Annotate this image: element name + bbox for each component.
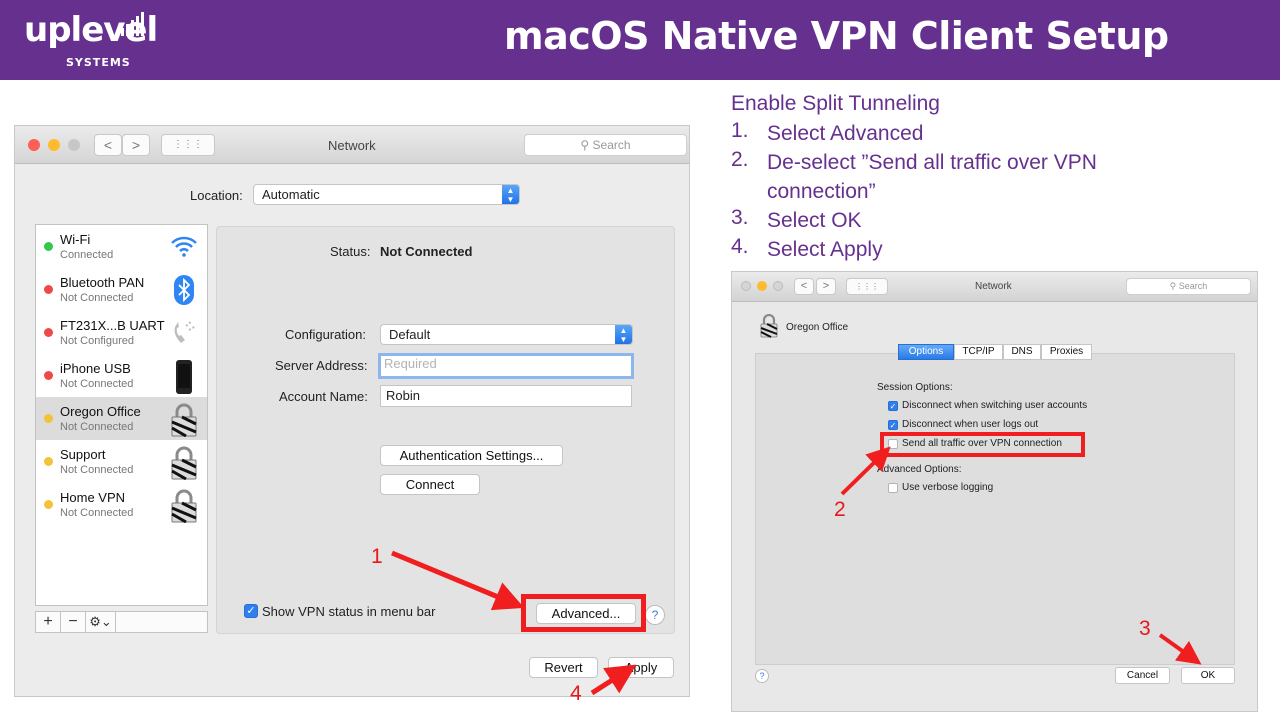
step-2-arrow bbox=[840, 446, 891, 496]
step-1-arrow bbox=[391, 550, 525, 611]
step-3-arrow bbox=[1158, 633, 1202, 665]
annotation-arrows bbox=[391, 446, 1202, 696]
step-4-arrow bbox=[590, 664, 637, 696]
